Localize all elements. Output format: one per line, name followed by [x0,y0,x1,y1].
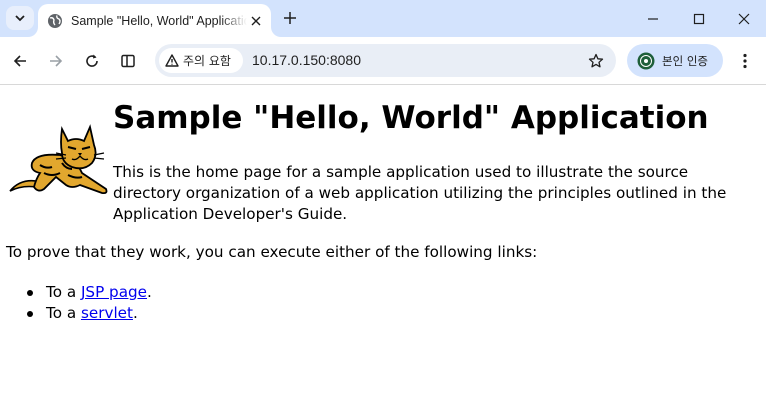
active-tab[interactable]: Sample "Hello, World" Application [38,4,271,37]
forward-button[interactable] [42,47,70,75]
profile-button[interactable]: 본인 인증 [627,44,723,77]
page-content: Sample "Hello, World" Application This i… [0,86,766,414]
servlet-link[interactable]: servlet [81,304,133,322]
warning-icon [165,54,179,67]
list-item-prefix: To a [46,283,81,301]
prove-paragraph: To prove that they work, you can execute… [6,243,538,261]
window-close-icon [738,13,749,24]
jsp-page-link[interactable]: JSP page [81,283,147,301]
back-icon [13,55,26,67]
tab-close-button[interactable] [247,12,265,30]
maximize-icon [693,13,704,24]
security-chip-label: 주의 요함 [183,54,231,68]
list-item-prefix: To a [46,304,81,322]
url-text[interactable]: 10.17.0.150:8080 [252,52,361,68]
reload-icon [86,54,98,67]
close-icon [251,16,261,26]
split-view-icon [121,54,135,68]
bookmark-button[interactable] [586,51,606,71]
list-item: To a JSP page. [6,282,152,303]
window-close-button[interactable] [721,0,766,37]
minimize-button[interactable] [630,0,675,37]
list-item: To a servlet. [6,303,152,324]
browser-menu-button[interactable] [733,47,757,75]
tab-title: Sample "Hello, World" Application [71,13,247,28]
browser-toolbar: 주의 요함 10.17.0.150:8080 본인 인증 [0,37,766,85]
list-item-suffix: . [147,283,152,301]
reload-button[interactable] [78,47,106,75]
profile-label: 본인 인증 [662,53,708,68]
globe-icon [48,13,62,28]
split-view-button[interactable] [114,47,142,75]
tomcat-logo-icon [9,124,108,195]
back-button[interactable] [6,47,34,75]
minimize-icon [647,17,658,20]
star-icon [588,53,604,68]
intro-paragraph: This is the home page for a sample appli… [113,163,727,223]
plus-icon [284,12,296,24]
links-list: To a JSP page. To a servlet. [6,282,152,324]
page-title: Sample "Hello, World" Application [113,100,709,136]
list-item-suffix: . [132,304,138,322]
avatar [637,52,655,69]
forward-icon [50,55,63,67]
kebab-menu-icon [743,53,747,69]
new-tab-button[interactable] [279,7,301,29]
security-chip[interactable]: 주의 요함 [159,48,243,73]
chevron-down-icon [15,15,25,22]
tab-strip: Sample "Hello, World" Application [0,0,766,37]
maximize-button[interactable] [676,0,721,37]
address-bar[interactable]: 주의 요함 10.17.0.150:8080 [155,44,616,77]
